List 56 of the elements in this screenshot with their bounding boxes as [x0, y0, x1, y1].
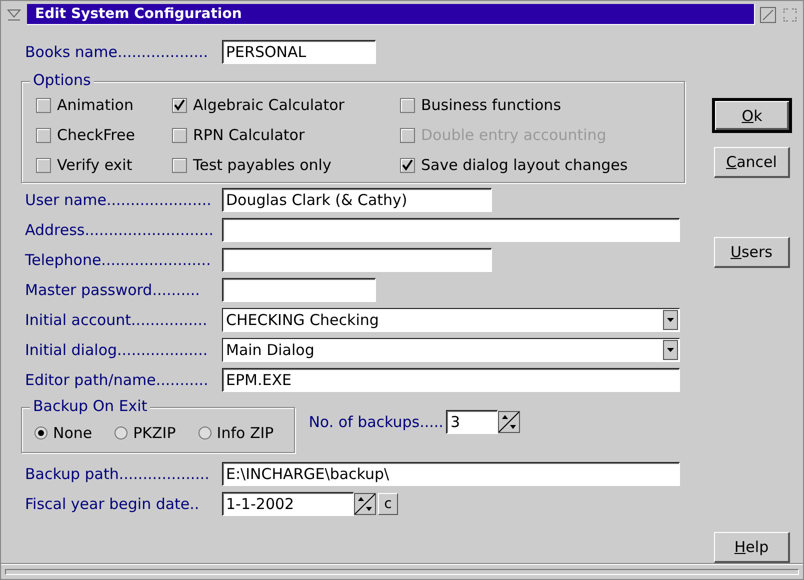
window-title: Edit System Configuration [27, 4, 755, 25]
dialog-button[interactable]: Cancel [714, 147, 790, 178]
group-title: Backup On Exit [30, 397, 150, 415]
date-field[interactable]: 1-1-2002 [222, 492, 354, 516]
checkbox[interactable] [172, 128, 187, 142]
checkbox[interactable] [172, 158, 187, 172]
field-label: Master password.......... [25, 281, 201, 299]
checkbox[interactable] [172, 98, 187, 112]
checkbox-label: Algebraic Calculator [193, 96, 344, 114]
checkbox-label: RPN Calculator [193, 126, 305, 144]
dropdown[interactable]: CHECKING Checking [222, 308, 680, 332]
radio-button[interactable] [114, 426, 128, 440]
spin-button[interactable] [498, 411, 520, 433]
input-field[interactable]: Douglas Clark (& Cathy) [222, 188, 492, 212]
backups-field[interactable]: 3 [446, 410, 498, 434]
calendar-button[interactable]: c [378, 493, 398, 515]
maximize-icon[interactable] [781, 6, 799, 24]
checkbox[interactable] [36, 98, 51, 112]
checkbox-label: CheckFree [57, 126, 135, 144]
dialog-button[interactable]: Ok [712, 98, 792, 133]
radio-button[interactable] [34, 426, 48, 440]
radio-label: Info ZIP [216, 424, 274, 442]
field-label: Initial account................ [25, 311, 208, 329]
checkbox-label: Animation [57, 96, 134, 114]
field-label: Telephone....................... [25, 251, 212, 269]
field-label: No. of backups..... [308, 413, 444, 431]
dropdown[interactable]: Main Dialog [222, 338, 680, 362]
spin-button[interactable] [354, 493, 376, 515]
dialog-button[interactable]: Users [714, 237, 790, 268]
checkbox[interactable] [400, 98, 415, 112]
input-field[interactable] [222, 278, 376, 302]
input-field[interactable] [222, 248, 492, 272]
group-title: Options [30, 71, 94, 89]
books-name-field[interactable]: PERSONAL [222, 40, 376, 64]
minimize-icon[interactable] [759, 6, 777, 24]
field-label: Books name................... [25, 43, 210, 61]
checkbox-label: Save dialog layout changes [421, 156, 628, 174]
input-field[interactable]: EPM.EXE [222, 368, 680, 392]
field-label: Editor path/name........... [25, 371, 210, 389]
field-label: Initial dialog................... [25, 341, 209, 359]
input-field[interactable] [222, 218, 680, 242]
checkbox-label: Business functions [421, 96, 562, 114]
checkbox-label: Verify exit [57, 156, 132, 174]
checkbox[interactable] [36, 128, 51, 142]
field-label: Fiscal year begin date.. [25, 495, 200, 513]
dialog-button[interactable]: Help [714, 532, 790, 563]
radio-button[interactable] [198, 426, 212, 440]
field-label: Address........................... [25, 221, 214, 239]
checkbox[interactable] [36, 158, 51, 172]
radio-label: None [53, 424, 92, 442]
checkbox-label: Test payables only [193, 156, 332, 174]
field-label: User name...................... [25, 191, 212, 209]
radio-label: PKZIP [133, 424, 176, 442]
backup-path-field[interactable]: E:\INCHARGE\backup\ [222, 462, 680, 486]
field-label: Backup path................... [25, 465, 210, 483]
checkbox[interactable] [400, 158, 415, 172]
